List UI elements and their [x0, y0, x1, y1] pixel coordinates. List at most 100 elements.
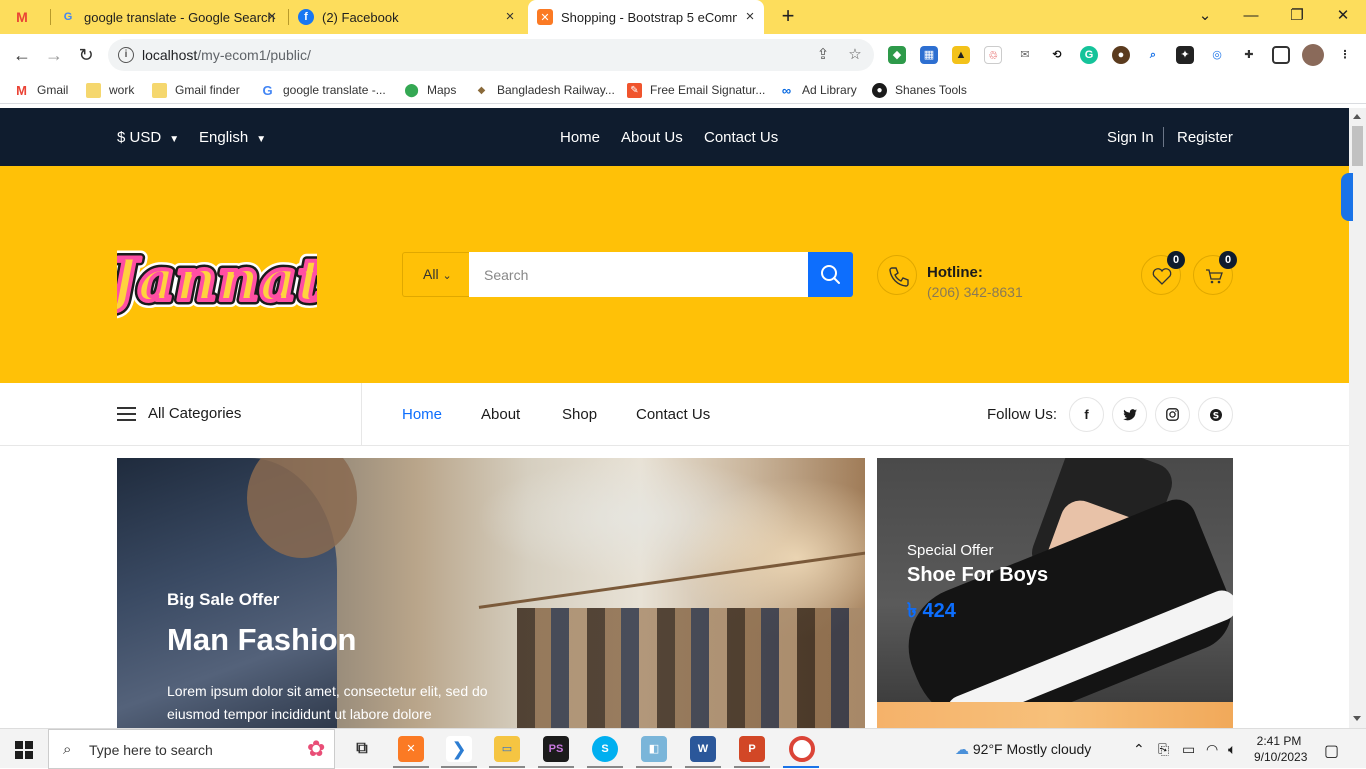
scroll-down-arrow-icon[interactable]	[1353, 716, 1361, 721]
wifi-icon[interactable]: ◠	[1206, 741, 1218, 758]
nav-item-shop[interactable]: Shop	[562, 406, 597, 423]
bookmark-label: Bangladesh Railway...	[497, 83, 615, 97]
avatar[interactable]	[1302, 44, 1324, 66]
search-category-select[interactable]: All ⌄	[402, 252, 470, 297]
extension-icon[interactable]: ◆	[888, 46, 906, 64]
taskbar-search-box[interactable]: ⌕ Type here to search ✿	[48, 729, 335, 769]
extension-icon[interactable]: ◎	[1208, 46, 1226, 64]
nav-item-contact[interactable]: Contact Us	[636, 406, 710, 423]
meet-now-icon[interactable]: ⎘	[1158, 741, 1169, 758]
email-signature-icon: ✎	[627, 82, 642, 98]
app-icon[interactable]: ◧	[641, 736, 667, 762]
instagram-icon[interactable]	[1155, 397, 1190, 432]
bookmark-email-signature[interactable]: ✎ Free Email Signatur...	[627, 81, 765, 99]
tab-title: Shopping - Bootstrap 5 eComme	[561, 9, 737, 25]
extension-icon[interactable]: ▲	[952, 46, 970, 64]
bookmark-star-icon[interactable]: ☆	[846, 46, 864, 64]
share-icon[interactable]: ⇪	[814, 46, 832, 64]
currency-selector[interactable]: $ USD ▼	[117, 129, 179, 146]
bookmark-railway[interactable]: ◆ Bangladesh Railway...	[474, 81, 615, 99]
tab-title: google translate - Google Search	[84, 9, 275, 25]
topbar-link-home[interactable]: Home	[560, 129, 600, 146]
side-banner-shoe[interactable]: Special Offer Shoe For Boys ৳ 424	[877, 458, 1233, 702]
extension-icon[interactable]: ▦	[920, 46, 938, 64]
language-selector[interactable]: English ▼	[199, 129, 266, 146]
phpstorm-icon[interactable]: PS	[543, 736, 569, 762]
menu-icon[interactable]: ⋮	[1336, 46, 1354, 64]
search-input[interactable]	[469, 252, 809, 297]
file-explorer-icon[interactable]: ▭	[494, 736, 520, 762]
address-bar[interactable]: i localhost/my-ecom1/public/ ⇪ ☆	[108, 39, 874, 71]
gmail-icon: M	[16, 9, 28, 25]
maximize-button[interactable]: ❐	[1284, 4, 1310, 28]
taskbar-search-placeholder: Type here to search	[89, 742, 213, 758]
volume-icon[interactable]: 🔈︎	[1228, 741, 1236, 758]
show-hidden-icons[interactable]: ⌃	[1133, 741, 1145, 758]
bookmark-gmail-finder[interactable]: Gmail finder	[152, 81, 240, 99]
bookmark-gmail[interactable]: M Gmail	[14, 81, 68, 99]
cart-count-badge: 0	[1219, 251, 1237, 269]
skype-icon[interactable]: S	[1198, 397, 1233, 432]
puzzle-icon[interactable]: ✚	[1240, 46, 1258, 64]
tab-gmail[interactable]: M	[14, 0, 46, 34]
battery-icon[interactable]: ▭	[1182, 741, 1195, 758]
site-info-icon[interactable]: i	[118, 47, 134, 63]
task-view-icon[interactable]: ⧉	[349, 736, 375, 762]
search-extension-icon[interactable]: ⌕	[1144, 46, 1162, 64]
bookmark-google-translate[interactable]: Ggoogle translate -...	[260, 81, 385, 99]
close-tab-icon[interactable]: ×	[742, 9, 758, 25]
extension-icon[interactable]: ⟲	[1048, 46, 1066, 64]
bookmark-maps[interactable]: ⬤ Maps	[404, 81, 456, 99]
bookmark-label: Free Email Signatur...	[650, 83, 766, 97]
facebook-icon[interactable]: f	[1069, 397, 1104, 432]
bookmark-work[interactable]: work	[86, 81, 134, 99]
extension-icon[interactable]: ✦	[1176, 46, 1194, 64]
search-icon: ⌕	[63, 741, 72, 758]
scroll-up-arrow-icon[interactable]	[1353, 114, 1361, 119]
xampp-icon[interactable]: ✕	[398, 736, 424, 762]
back-button[interactable]: ←	[10, 43, 34, 67]
hotline-number[interactable]: (206) 342-8631	[927, 284, 1023, 300]
close-tab-icon[interactable]: ×	[502, 9, 518, 25]
grammarly-icon[interactable]: G	[1080, 46, 1098, 64]
system-clock[interactable]: 2:41 PM 9/10/2023	[1254, 733, 1307, 765]
skype-icon[interactable]: S	[592, 736, 618, 762]
nav-item-about[interactable]: About	[481, 406, 520, 423]
extension-icon[interactable]: ♲	[984, 46, 1002, 64]
all-categories-toggle[interactable]: All Categories	[117, 405, 241, 422]
nav-item-home[interactable]: Home	[402, 406, 442, 423]
twitter-icon[interactable]	[1112, 397, 1147, 432]
site-logo[interactable]: Jannat Jannat Jannat	[117, 230, 317, 330]
extension-icon[interactable]: ●	[1112, 46, 1130, 64]
register-link[interactable]: Register	[1177, 129, 1233, 146]
powerpoint-icon[interactable]: P	[739, 736, 765, 762]
forward-button[interactable]: →	[42, 43, 66, 67]
notification-icon[interactable]: ▢	[1324, 741, 1339, 761]
close-tab-icon[interactable]: ×	[264, 9, 280, 25]
hero-banner[interactable]: Big Sale Offer Man Fashion Lorem ipsum d…	[117, 458, 865, 728]
tab-facebook[interactable]: f (2) Facebook ×	[298, 0, 524, 34]
topbar-link-about[interactable]: About Us	[621, 129, 683, 146]
topbar-link-contact[interactable]: Contact Us	[704, 129, 778, 146]
minimize-button[interactable]: —	[1238, 4, 1264, 28]
scrollbar-thumb[interactable]	[1352, 126, 1363, 166]
side-panel-tab[interactable]	[1341, 173, 1353, 221]
vscode-icon[interactable]: ❯	[446, 736, 472, 762]
bookmark-shanes-tools[interactable]: ● Shanes Tools	[872, 81, 967, 99]
side-banner-secondary[interactable]	[877, 702, 1233, 728]
mail-extension-icon[interactable]: ✉	[1016, 46, 1034, 64]
tab-shopping[interactable]: ✕ Shopping - Bootstrap 5 eComme ×	[528, 0, 764, 34]
side-panel-icon[interactable]	[1272, 46, 1290, 64]
reload-button[interactable]: ↻	[74, 43, 98, 67]
windows-start-button[interactable]	[15, 741, 33, 759]
tab-google-search[interactable]: G google translate - Google Search ×	[60, 0, 286, 34]
new-tab-button[interactable]: +	[778, 5, 798, 27]
weather-widget[interactable]: ☁ 92°F Mostly cloudy	[955, 741, 1091, 758]
tab-search-icon[interactable]: ⌄	[1192, 4, 1218, 28]
word-icon[interactable]: W	[690, 736, 716, 762]
search-button[interactable]	[808, 252, 853, 297]
sign-in-link[interactable]: Sign In	[1107, 129, 1154, 146]
chrome-icon[interactable]	[789, 736, 815, 762]
close-window-button[interactable]: ✕	[1330, 4, 1356, 28]
bookmark-ad-library[interactable]: ∞ Ad Library	[779, 81, 857, 99]
